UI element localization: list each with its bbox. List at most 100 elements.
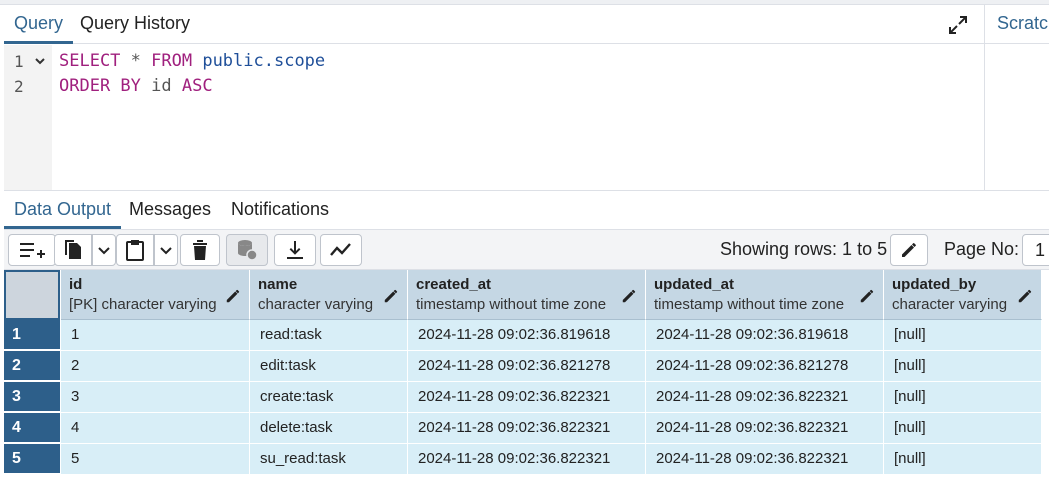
delete-icon [193,240,207,260]
cell-created-at[interactable]: 2024-11-28 09:02:36.822321 [408,382,646,413]
cell-name[interactable]: delete:task [250,413,408,444]
column-name: created_at [416,276,492,293]
cell-created-at[interactable]: 2024-11-28 09:02:36.822321 [408,444,646,475]
page-no-input[interactable]: 1 [1022,234,1049,266]
cell-id[interactable]: 3 [61,382,250,413]
fold-chevron-icon[interactable] [34,54,46,66]
chevron-down-icon [98,247,110,255]
copy-options-button[interactable] [92,234,116,266]
add-row-button[interactable] [8,234,56,266]
edit-rows-button[interactable] [890,234,928,266]
row-number[interactable]: 4 [4,413,60,443]
copy-icon [65,240,81,259]
tab-query-history[interactable]: Query History [70,5,200,44]
data-toolbar: Showing rows: 1 to 5 Page No: 1 [4,230,1049,270]
code-line: SELECT * FROM public.scope [59,51,325,71]
column-header-updated-at[interactable]: updated_at timestamp without time zone [646,270,884,320]
column-header-created-at[interactable]: created_at timestamp without time zone [408,270,646,320]
cell-created-at[interactable]: 2024-11-28 09:02:36.822321 [408,413,646,444]
cell-created-at[interactable]: 2024-11-28 09:02:36.821278 [408,351,646,382]
table-row[interactable]: 4 4 delete:task 2024-11-28 09:02:36.8223… [4,413,1044,444]
sql-editor[interactable]: 1 2 SELECT * FROM public.scope ORDER BY … [4,45,984,190]
table-row[interactable]: 1 1 read:task 2024-11-28 09:02:36.819618… [4,320,1044,351]
paste-button[interactable] [116,234,154,266]
download-icon [287,241,303,259]
sql-operator: id [140,76,182,96]
cell-id[interactable]: 4 [61,413,250,444]
cell-id[interactable]: 2 [61,351,250,382]
paste-options-button[interactable] [154,234,178,266]
expand-icon[interactable] [946,13,970,37]
add-row-icon [20,243,45,258]
edit-pencil-icon[interactable] [621,288,637,304]
column-type: timestamp without time zone [654,296,845,313]
edit-pencil-icon[interactable] [225,288,241,304]
page-no-label: Page No: [944,239,1020,259]
edit-pencil-icon [902,243,916,257]
cell-updated-at[interactable]: 2024-11-28 09:02:36.821278 [646,351,884,382]
column-type: character varying [892,296,1008,313]
graph-icon [330,243,351,256]
sql-operator: * [120,51,152,71]
column-name: updated_by [892,276,977,293]
tab-notifications[interactable]: Notifications [221,191,339,229]
tab-messages[interactable]: Messages [119,191,221,229]
cell-updated-at[interactable]: 2024-11-28 09:02:36.822321 [646,413,884,444]
cell-created-at[interactable]: 2024-11-28 09:02:36.819618 [408,320,646,351]
line-number: 2 [14,77,24,96]
row-number[interactable]: 2 [4,351,60,381]
table-row[interactable]: 3 3 create:task 2024-11-28 09:02:36.8223… [4,382,1044,413]
copy-button[interactable] [54,234,92,266]
cell-name[interactable]: read:task [250,320,408,351]
cell-id[interactable]: 1 [61,320,250,351]
cell-updated-by[interactable]: [null] [884,320,1042,351]
row-number[interactable]: 1 [4,320,60,350]
download-button[interactable] [274,234,316,266]
results-grid: id [PK] character varying name character… [4,270,1049,481]
tab-scratch-pad[interactable]: Scratch Pad [985,5,1049,44]
cell-id[interactable]: 5 [61,444,250,475]
column-name: updated_at [654,276,735,293]
chevron-down-icon [160,247,172,255]
showing-rows-text: Showing rows: 1 to 5 [720,239,888,259]
table-row[interactable]: 5 5 su_read:task 2024-11-28 09:02:36.822… [4,444,1044,475]
edit-pencil-icon[interactable] [383,288,399,304]
cell-name[interactable]: su_read:task [250,444,408,475]
column-header-id[interactable]: id [PK] character varying [61,270,250,320]
result-tab-bar: Data Output Messages Notifications [4,190,1049,230]
graph-visualiser-button[interactable] [320,234,362,266]
table-row[interactable]: 2 2 edit:task 2024-11-28 09:02:36.821278… [4,351,1044,382]
cell-updated-by[interactable]: [null] [884,351,1042,382]
save-data-icon [238,240,258,261]
delete-row-button[interactable] [180,234,220,266]
sql-keyword: ASC [181,76,213,96]
sql-identifier: public.scope [192,51,326,71]
sql-keyword: FROM [151,51,193,71]
select-all-corner[interactable] [4,270,60,320]
column-header-name[interactable]: name character varying [250,270,408,320]
query-tab-bar: Query Query History [4,5,984,44]
column-type: [PK] character varying [69,296,217,313]
tab-data-output[interactable]: Data Output [4,191,122,229]
scratch-pad-panel: Scratch Pad [984,5,1049,190]
sql-keyword: ORDER BY [59,76,141,96]
tab-query[interactable]: Query [4,5,74,44]
column-type: timestamp without time zone [416,296,607,313]
cell-updated-by[interactable]: [null] [884,382,1042,413]
cell-updated-by[interactable]: [null] [884,413,1042,444]
cell-updated-by[interactable]: [null] [884,444,1042,475]
cell-updated-at[interactable]: 2024-11-28 09:02:36.819618 [646,320,884,351]
cell-name[interactable]: edit:task [250,351,408,382]
row-number[interactable]: 5 [4,444,60,474]
column-name: id [69,276,83,293]
edit-pencil-icon[interactable] [1017,288,1033,304]
edit-pencil-icon[interactable] [859,288,875,304]
row-number[interactable]: 3 [4,382,60,412]
cell-updated-at[interactable]: 2024-11-28 09:02:36.822321 [646,382,884,413]
cell-updated-at[interactable]: 2024-11-28 09:02:36.822321 [646,444,884,475]
column-header-updated-by[interactable]: updated_by character varying [884,270,1042,320]
code-line: ORDER BY id ASC [59,76,213,96]
save-data-button[interactable] [226,234,268,266]
cell-name[interactable]: create:task [250,382,408,413]
sql-keyword: SELECT [59,51,121,71]
